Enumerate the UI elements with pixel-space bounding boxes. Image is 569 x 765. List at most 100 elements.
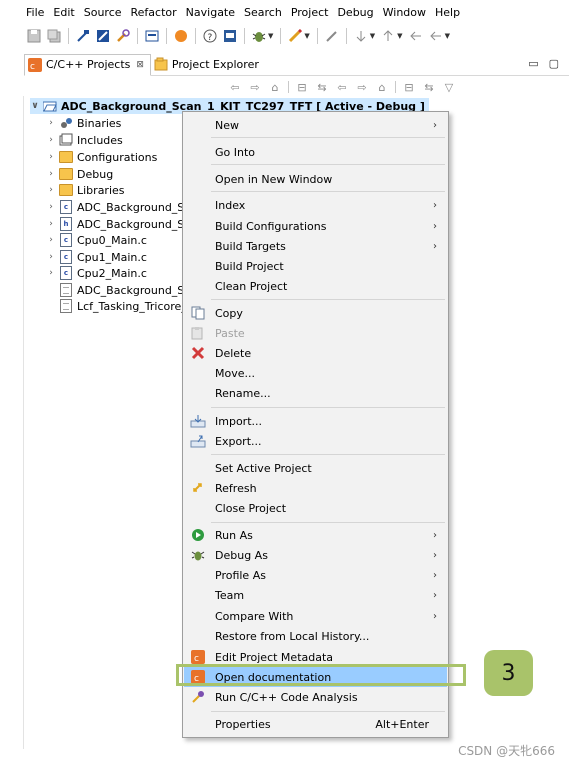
menu-project[interactable]: Project [291,6,329,19]
prev-annotation-icon[interactable] [380,28,396,44]
menu-item-paste[interactable]: Paste [184,323,447,343]
tree-item-cpu2[interactable]: › c Cpu2_Main.c [46,265,147,281]
tab-c-cpp-projects[interactable]: c C/C++ Projects ⊠ [24,53,151,76]
menu-item-build-project[interactable]: Build Project [184,256,447,276]
menu-item-properties[interactable]: Properties Alt+Enter [184,714,447,734]
maximize-icon[interactable]: ▢ [549,57,559,70]
chevron-down-icon[interactable]: ▼ [370,32,375,40]
chevron-right-icon[interactable]: › [46,152,56,162]
save-all-icon[interactable] [46,28,62,44]
console-icon[interactable] [144,28,160,44]
back-arrow-icon[interactable]: ⇦ [228,81,242,94]
tree-item-source-file[interactable]: › c ADC_Background_Sca [46,199,197,215]
forward-arrow-icon[interactable]: ⇨ [355,81,369,94]
menu-item-export[interactable]: Export... [184,431,447,451]
collapse-all-icon[interactable]: ⊟ [402,81,416,94]
menu-item-import[interactable]: Import... [184,411,447,431]
menu-item-run-as[interactable]: Run As › [184,525,447,545]
annotation-icon[interactable] [324,28,340,44]
tree-item-cpu0[interactable]: › c Cpu0_Main.c [46,232,147,248]
stop-icon[interactable] [173,28,189,44]
close-icon[interactable]: ⊠ [136,60,144,70]
menu-item-go-into[interactable]: Go Into [184,142,447,162]
debug-bug-icon[interactable] [251,28,267,44]
menu-item-profile-as[interactable]: Profile As › [184,565,447,585]
refresh-icon [190,480,206,496]
menu-item-close-project[interactable]: Close Project [184,498,447,518]
menu-item-new[interactable]: New › [184,115,447,135]
back-icon[interactable] [428,28,444,44]
home-icon[interactable]: ⌂ [268,81,282,94]
menu-item-refresh[interactable]: Refresh [184,478,447,498]
menu-source[interactable]: Source [84,6,122,19]
build-all-icon[interactable] [95,28,111,44]
chevron-right-icon[interactable]: › [46,118,56,128]
menu-navigate[interactable]: Navigate [186,6,235,19]
menu-item-restore-history[interactable]: Restore from Local History... [184,626,447,646]
build-hammer-icon[interactable] [75,28,91,44]
chevron-right-icon[interactable]: › [46,252,56,262]
project-explorer-icon [154,57,168,71]
help-icon[interactable]: ? [202,28,218,44]
menu-item-label: Close Project [215,501,287,515]
menu-file[interactable]: File [26,6,44,19]
next-annotation-icon[interactable] [353,28,369,44]
menu-item-build-configurations[interactable]: Build Configurations › [184,216,447,236]
menu-refactor[interactable]: Refactor [131,6,177,19]
menu-item-delete[interactable]: Delete [184,343,447,363]
tree-item-linker-file[interactable]: Lcf_Tasking_Tricore_T [59,298,194,314]
chevron-down-icon[interactable]: ▼ [397,32,402,40]
tree-item-debug[interactable]: › Debug [46,166,113,182]
tree-item-cpu1[interactable]: › c Cpu1_Main.c [46,249,147,265]
chevron-down-icon[interactable]: ▼ [304,32,309,40]
terminal-icon[interactable] [222,28,238,44]
forward-arrow-icon[interactable]: ⇨ [248,81,262,94]
chevron-down-icon[interactable]: ▼ [445,32,450,40]
menu-item-run-analysis[interactable]: Run C/C++ Code Analysis [184,687,447,707]
last-edit-icon[interactable] [408,28,424,44]
wrench-icon[interactable] [115,28,131,44]
menu-search[interactable]: Search [244,6,282,19]
pencil-icon[interactable] [287,28,303,44]
view-menu-icon[interactable]: ▽ [442,81,456,94]
menu-item-label: Build Targets [215,239,286,253]
chevron-right-icon[interactable]: › [46,169,56,179]
chevron-right-icon[interactable]: › [46,202,56,212]
menu-item-clean-project[interactable]: Clean Project [184,276,447,296]
chevron-down-icon[interactable]: ∨ [30,101,40,111]
menu-item-rename[interactable]: Rename... [184,383,447,403]
chevron-right-icon[interactable]: › [46,135,56,145]
chevron-right-icon[interactable]: › [46,185,56,195]
chevron-down-icon[interactable]: ▼ [268,32,273,40]
link-editor-icon[interactable]: ⇆ [422,81,436,94]
menu-item-debug-as[interactable]: Debug As › [184,545,447,565]
tree-item-includes[interactable]: › Includes [46,132,123,148]
tree-item-libraries[interactable]: › Libraries [46,182,124,198]
tree-item-configurations[interactable]: › Configurations [46,149,157,165]
menu-item-team[interactable]: Team › [184,585,447,605]
link-editor-icon[interactable]: ⇆ [315,81,329,94]
tree-item-header-file[interactable]: › h ADC_Background_Sca [46,216,197,232]
menu-item-index[interactable]: Index › [184,195,447,215]
back-arrow-icon[interactable]: ⇦ [335,81,349,94]
home-icon[interactable]: ⌂ [375,81,389,94]
tree-item-binaries[interactable]: › Binaries [46,115,121,131]
menu-debug[interactable]: Debug [337,6,373,19]
menu-item-copy[interactable]: Copy [184,303,447,323]
menu-edit[interactable]: Edit [53,6,74,19]
minimize-icon[interactable]: ▭ [528,57,538,70]
collapse-all-icon[interactable]: ⊟ [295,81,309,94]
save-icon[interactable] [26,28,42,44]
menu-item-build-targets[interactable]: Build Targets › [184,236,447,256]
menu-item-set-active-project[interactable]: Set Active Project [184,458,447,478]
chevron-right-icon[interactable]: › [46,235,56,245]
menu-window[interactable]: Window [383,6,426,19]
tab-project-explorer[interactable]: Project Explorer [151,54,265,74]
menu-item-compare-with[interactable]: Compare With › [184,606,447,626]
tree-item-text-file[interactable]: ADC_Background_Sca [59,282,197,298]
chevron-right-icon[interactable]: › [46,268,56,278]
menu-item-open-new-window[interactable]: Open in New Window [184,169,447,189]
menu-item-move[interactable]: Move... [184,363,447,383]
chevron-right-icon[interactable]: › [46,219,56,229]
menu-help[interactable]: Help [435,6,460,19]
